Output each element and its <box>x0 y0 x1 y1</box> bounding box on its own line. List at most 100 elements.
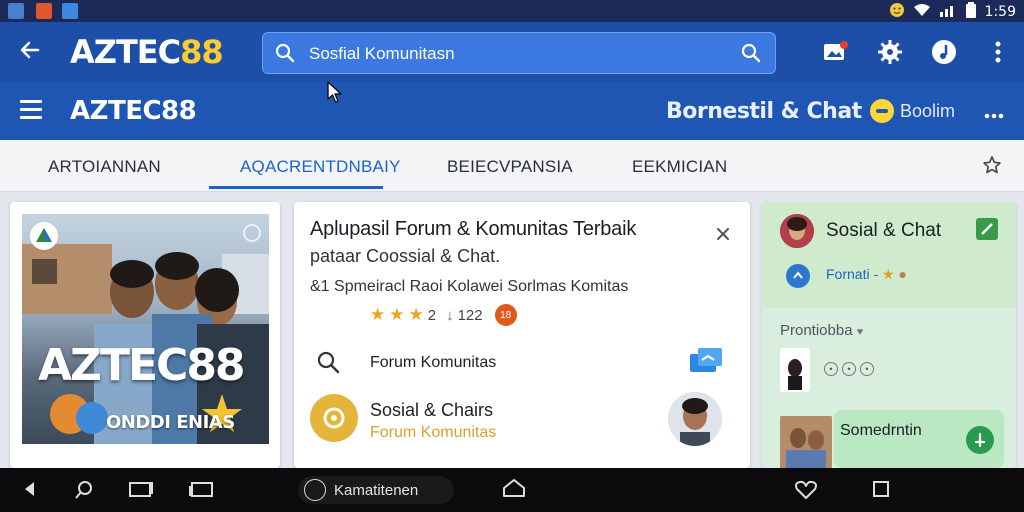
reaction-dot-icon[interactable]: • <box>842 362 856 376</box>
panel-title: Sosial & Chat <box>826 220 942 241</box>
content-area: AZTEC88 ONDDI ENIAS Aplupasil Forum & Ko… <box>0 192 1024 472</box>
nav-home-icon[interactable] <box>502 478 526 503</box>
promo-card[interactable]: AZTEC88 ONDDI ENIAS <box>10 202 280 468</box>
nav-back-icon[interactable] <box>22 480 36 503</box>
active-app-pill[interactable]: Kamatitenen <box>298 476 454 504</box>
age-rating-icon: 18 <box>494 304 517 326</box>
active-app-label: Kamatitenen <box>334 481 419 499</box>
top-app-bar: AZTEC88 <box>0 22 1024 82</box>
panel-subtitle-text: Fornati - <box>826 266 879 282</box>
gallery-icon <box>8 3 24 19</box>
profile-badge-button[interactable]: Boolim <box>870 99 955 123</box>
panel-subtitle: Fornati - ★ ● <box>826 266 907 283</box>
nav-search-icon[interactable] <box>74 480 94 505</box>
media-button[interactable] <box>822 38 850 66</box>
social-chat-row[interactable]: Sosial & Chairs Forum Komunitas <box>310 392 734 448</box>
search-input[interactable] <box>309 41 729 67</box>
chat-side-panel: Sosial & Chat Fornati - ★ ● Prontiobba ♥ <box>762 202 1016 472</box>
status-bar: 1:59 <box>0 0 1024 22</box>
chat-message-card[interactable]: Somedrntin <box>834 410 1004 468</box>
section-label-text: Prontiobba <box>780 322 853 339</box>
more-horizontal-icon[interactable] <box>984 98 1004 126</box>
star-filled-icon: ★ <box>389 305 405 324</box>
card-description: &1 Spmeiracl Raoi Kolawei Sorlmas Komita… <box>310 278 629 295</box>
phone-icon[interactable] <box>966 426 994 454</box>
status-indicators: 1:59 <box>889 2 1016 21</box>
battery-icon <box>965 2 977 21</box>
more-vertical-icon <box>995 41 1001 63</box>
music-note-icon <box>932 40 956 64</box>
toolbar-title: AZTEC88 <box>70 96 197 126</box>
app-notification-icon <box>36 3 52 19</box>
promo-image: AZTEC88 ONDDI ENIAS <box>22 214 269 444</box>
menu-icon[interactable] <box>20 100 42 124</box>
tab-artoiannan[interactable]: ARTOIANNAN <box>48 157 161 177</box>
download-arrow-icon: ↓ <box>446 306 454 324</box>
secondary-toolbar: AZTEC88 Bornestil & Chat Boolim <box>0 82 1024 140</box>
badge-icon <box>870 99 894 123</box>
clock: 1:59 <box>984 3 1016 20</box>
card-subtitle: pataar Coossial & Chat. <box>310 246 501 266</box>
heart-small-icon: ♥ <box>856 326 864 338</box>
star-filled-icon: ★ <box>408 305 424 324</box>
app-detail-card: Aplupasil Forum & Komunitas Terbaik pata… <box>294 202 750 468</box>
system-nav-bar: Kamatitenen <box>0 468 1024 512</box>
signal-icon <box>939 3 957 20</box>
nav-recents-icon[interactable] <box>128 480 154 503</box>
chat-panel-header: Sosial & Chat Fornati - ★ ● <box>762 202 1016 308</box>
cast-icon[interactable] <box>688 346 724 379</box>
star-filled-icon: ★ <box>370 305 386 324</box>
search-bar[interactable] <box>262 32 776 74</box>
brand-badge-icon <box>30 222 58 250</box>
app-circle-icon <box>304 479 326 501</box>
chat-app-icon <box>310 394 358 442</box>
group-photo-thumbnail[interactable] <box>780 416 832 472</box>
top-actions <box>822 38 1012 66</box>
brand-logo[interactable]: AZTEC88 <box>70 33 224 71</box>
avatar[interactable] <box>780 214 814 248</box>
options-circle-icon[interactable] <box>243 224 261 242</box>
tab-eekmician[interactable]: EEKMICIAN <box>632 157 727 177</box>
section-title: Bornestil & Chat <box>666 99 862 124</box>
nav-heart-icon[interactable] <box>795 480 817 505</box>
badge-label: Boolim <box>900 100 956 121</box>
card-title: Aplupasil Forum & Komunitas Terbaik <box>310 218 637 240</box>
close-icon[interactable] <box>716 224 730 247</box>
rating-count: 122 <box>457 306 483 324</box>
contact-thumbnail[interactable] <box>780 348 810 392</box>
section-label: Prontiobba ♥ <box>780 322 863 339</box>
mouse-cursor-icon <box>326 80 344 109</box>
brand-suffix: 88 <box>180 33 224 71</box>
tab-aqacrentdnbaiy[interactable]: AQACRENTDNBAIY <box>240 157 401 177</box>
social-row-title: Sosial & Chairs <box>370 400 494 420</box>
music-button[interactable] <box>930 38 958 66</box>
search-icon <box>316 350 340 379</box>
emoji-status-icon <box>889 2 905 21</box>
overflow-menu-button[interactable] <box>984 38 1012 66</box>
reaction-dot-icon[interactable]: • <box>860 362 874 376</box>
edit-icon[interactable] <box>976 218 998 240</box>
arrow-left-icon <box>20 41 40 59</box>
nav-windows-icon[interactable] <box>188 480 214 503</box>
wifi-icon <box>913 3 931 20</box>
chat-card-label: Somedrntin <box>840 422 922 439</box>
photo-notification-icon <box>62 3 78 19</box>
avatar[interactable] <box>668 392 722 446</box>
people-photo <box>22 244 269 444</box>
forum-search-row[interactable]: Forum Komunitas <box>310 344 734 380</box>
tab-beiecvpansia[interactable]: BEIECVPANSIA <box>447 157 573 177</box>
back-button[interactable] <box>18 38 42 66</box>
search-icon <box>275 43 295 68</box>
app-screen: 1:59 AZTEC88 Sosfial Komunitasn AZTEC88 … <box>0 0 1024 512</box>
gear-icon <box>878 40 902 64</box>
settings-button[interactable] <box>876 38 904 66</box>
forum-row-label: Forum Komunitas <box>370 354 497 371</box>
nav-square-icon[interactable] <box>872 480 890 503</box>
blue-status-icon <box>786 264 810 288</box>
star-icon[interactable] <box>982 155 1002 180</box>
reaction-dot-icon[interactable]: • <box>824 362 838 376</box>
tab-bar: ARTOIANNAN AQACRENTDNBAIY BEIECVPANSIA E… <box>0 140 1024 192</box>
active-tab-indicator <box>209 186 383 189</box>
photo-icon <box>824 41 848 60</box>
search-submit-icon[interactable] <box>741 43 761 68</box>
